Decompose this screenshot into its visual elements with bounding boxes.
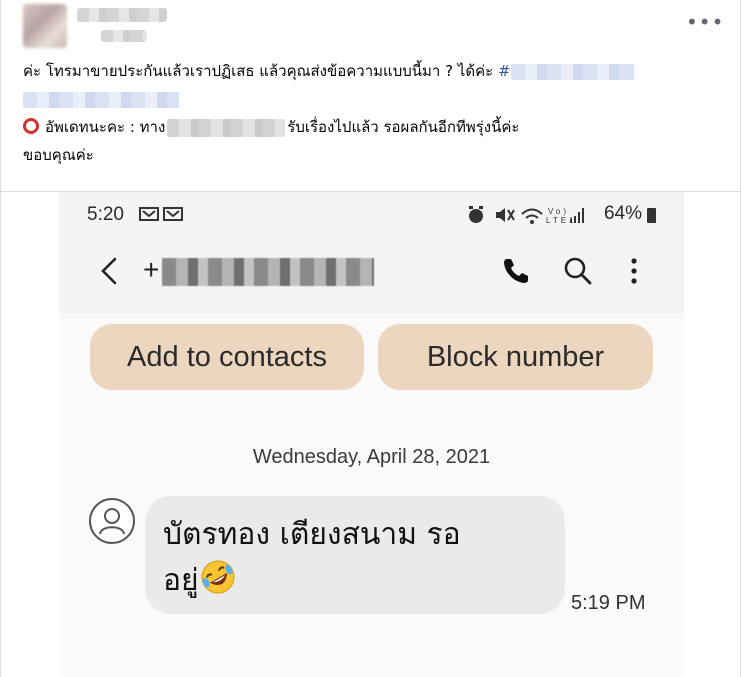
post-line-3: อัพเดทนะคะ : ทาง รับเรื่องไปแล้ว รอผลกันอ… xyxy=(23,116,723,144)
back-arrow-icon[interactable] xyxy=(97,256,121,286)
hashtag-continuation-blurred[interactable] xyxy=(23,91,179,108)
date-separator: Wednesday, April 28, 2021 xyxy=(252,446,491,468)
battery-percentage: 64% xyxy=(603,203,642,224)
person-icon xyxy=(99,508,125,535)
call-icon[interactable] xyxy=(501,256,531,286)
post-text-line-1: ค่ะ โทรมาขายประกันแล้วเราปฏิเสธ แล้วคุณส… xyxy=(23,62,498,80)
organization-name-blurred xyxy=(167,118,286,137)
post-header: ••• xyxy=(1,0,741,58)
search-icon[interactable] xyxy=(563,256,593,286)
author-avatar-blurred[interactable] xyxy=(23,4,67,48)
post-line-2 xyxy=(23,88,723,116)
update-text-a: อัพเดทนะคะ : ทาง xyxy=(45,118,166,136)
system-icons: Vo) LTE1 xyxy=(466,204,616,230)
author-name-blurred[interactable] xyxy=(77,8,167,22)
post-line-1: ค่ะ โทรมาขายประกันแล้วเราปฏิเสธ แล้วคุณส… xyxy=(23,60,723,88)
phone-number-prefix: + xyxy=(143,254,160,285)
add-to-contacts-button[interactable]: Add to contacts xyxy=(90,324,364,390)
block-number-button[interactable]: Block number xyxy=(378,324,653,390)
conversation-header: + xyxy=(59,242,684,302)
phone-number-blurred xyxy=(162,258,374,286)
hollow-red-circle-icon xyxy=(23,118,39,134)
message-bubble[interactable]: บัตรทอง เตียงสนาม รอ อยู่ xyxy=(145,496,565,614)
battery-icon xyxy=(647,208,656,223)
hashtag-blurred[interactable] xyxy=(510,63,635,80)
message-text-line-2: อยู่ xyxy=(163,563,199,598)
status-time: 5:20 xyxy=(87,204,124,225)
post-meta-blurred xyxy=(101,30,147,42)
svg-text:Vo): Vo) xyxy=(548,207,569,216)
status-bar: 5:20 Vo) LTE1 64% xyxy=(59,192,684,238)
alarm-mute-wifi-signal-icons: Vo) LTE1 xyxy=(469,206,584,225)
sms-screenshot: 5:20 Vo) LTE1 64% + Add to contacts Bloc… xyxy=(59,192,684,677)
more-options-button[interactable]: ••• xyxy=(686,12,723,36)
update-text-b: รับเรื่องไปแล้ว รอผลกันอีกทีพรุ่งนี้ค่ะ xyxy=(287,118,520,136)
notification-icons xyxy=(139,206,185,225)
sim-notification-icon xyxy=(139,207,183,221)
post-body: ค่ะ โทรมาขายประกันแล้วเราปฏิเสธ แล้วคุณส… xyxy=(23,60,723,172)
hashtag-link[interactable]: # xyxy=(498,62,635,80)
post-line-4: ขอบคุณค่ะ xyxy=(23,144,723,172)
message-text-line-1: บัตรทอง เตียงสนาม รอ xyxy=(163,517,461,552)
sender-avatar[interactable] xyxy=(89,498,135,544)
thanks-text: ขอบคุณค่ะ xyxy=(23,146,94,164)
rolling-on-floor-laughing-icon xyxy=(199,558,237,596)
facebook-post: ••• ค่ะ โทรมาขายประกันแล้วเราปฏิเสธ แล้ว… xyxy=(0,0,741,677)
more-vertical-icon[interactable] xyxy=(624,256,644,286)
message-timestamp: 5:19 PM xyxy=(571,592,646,614)
message-text: บัตรทอง เตียงสนาม รอ อยู่ xyxy=(163,512,547,604)
